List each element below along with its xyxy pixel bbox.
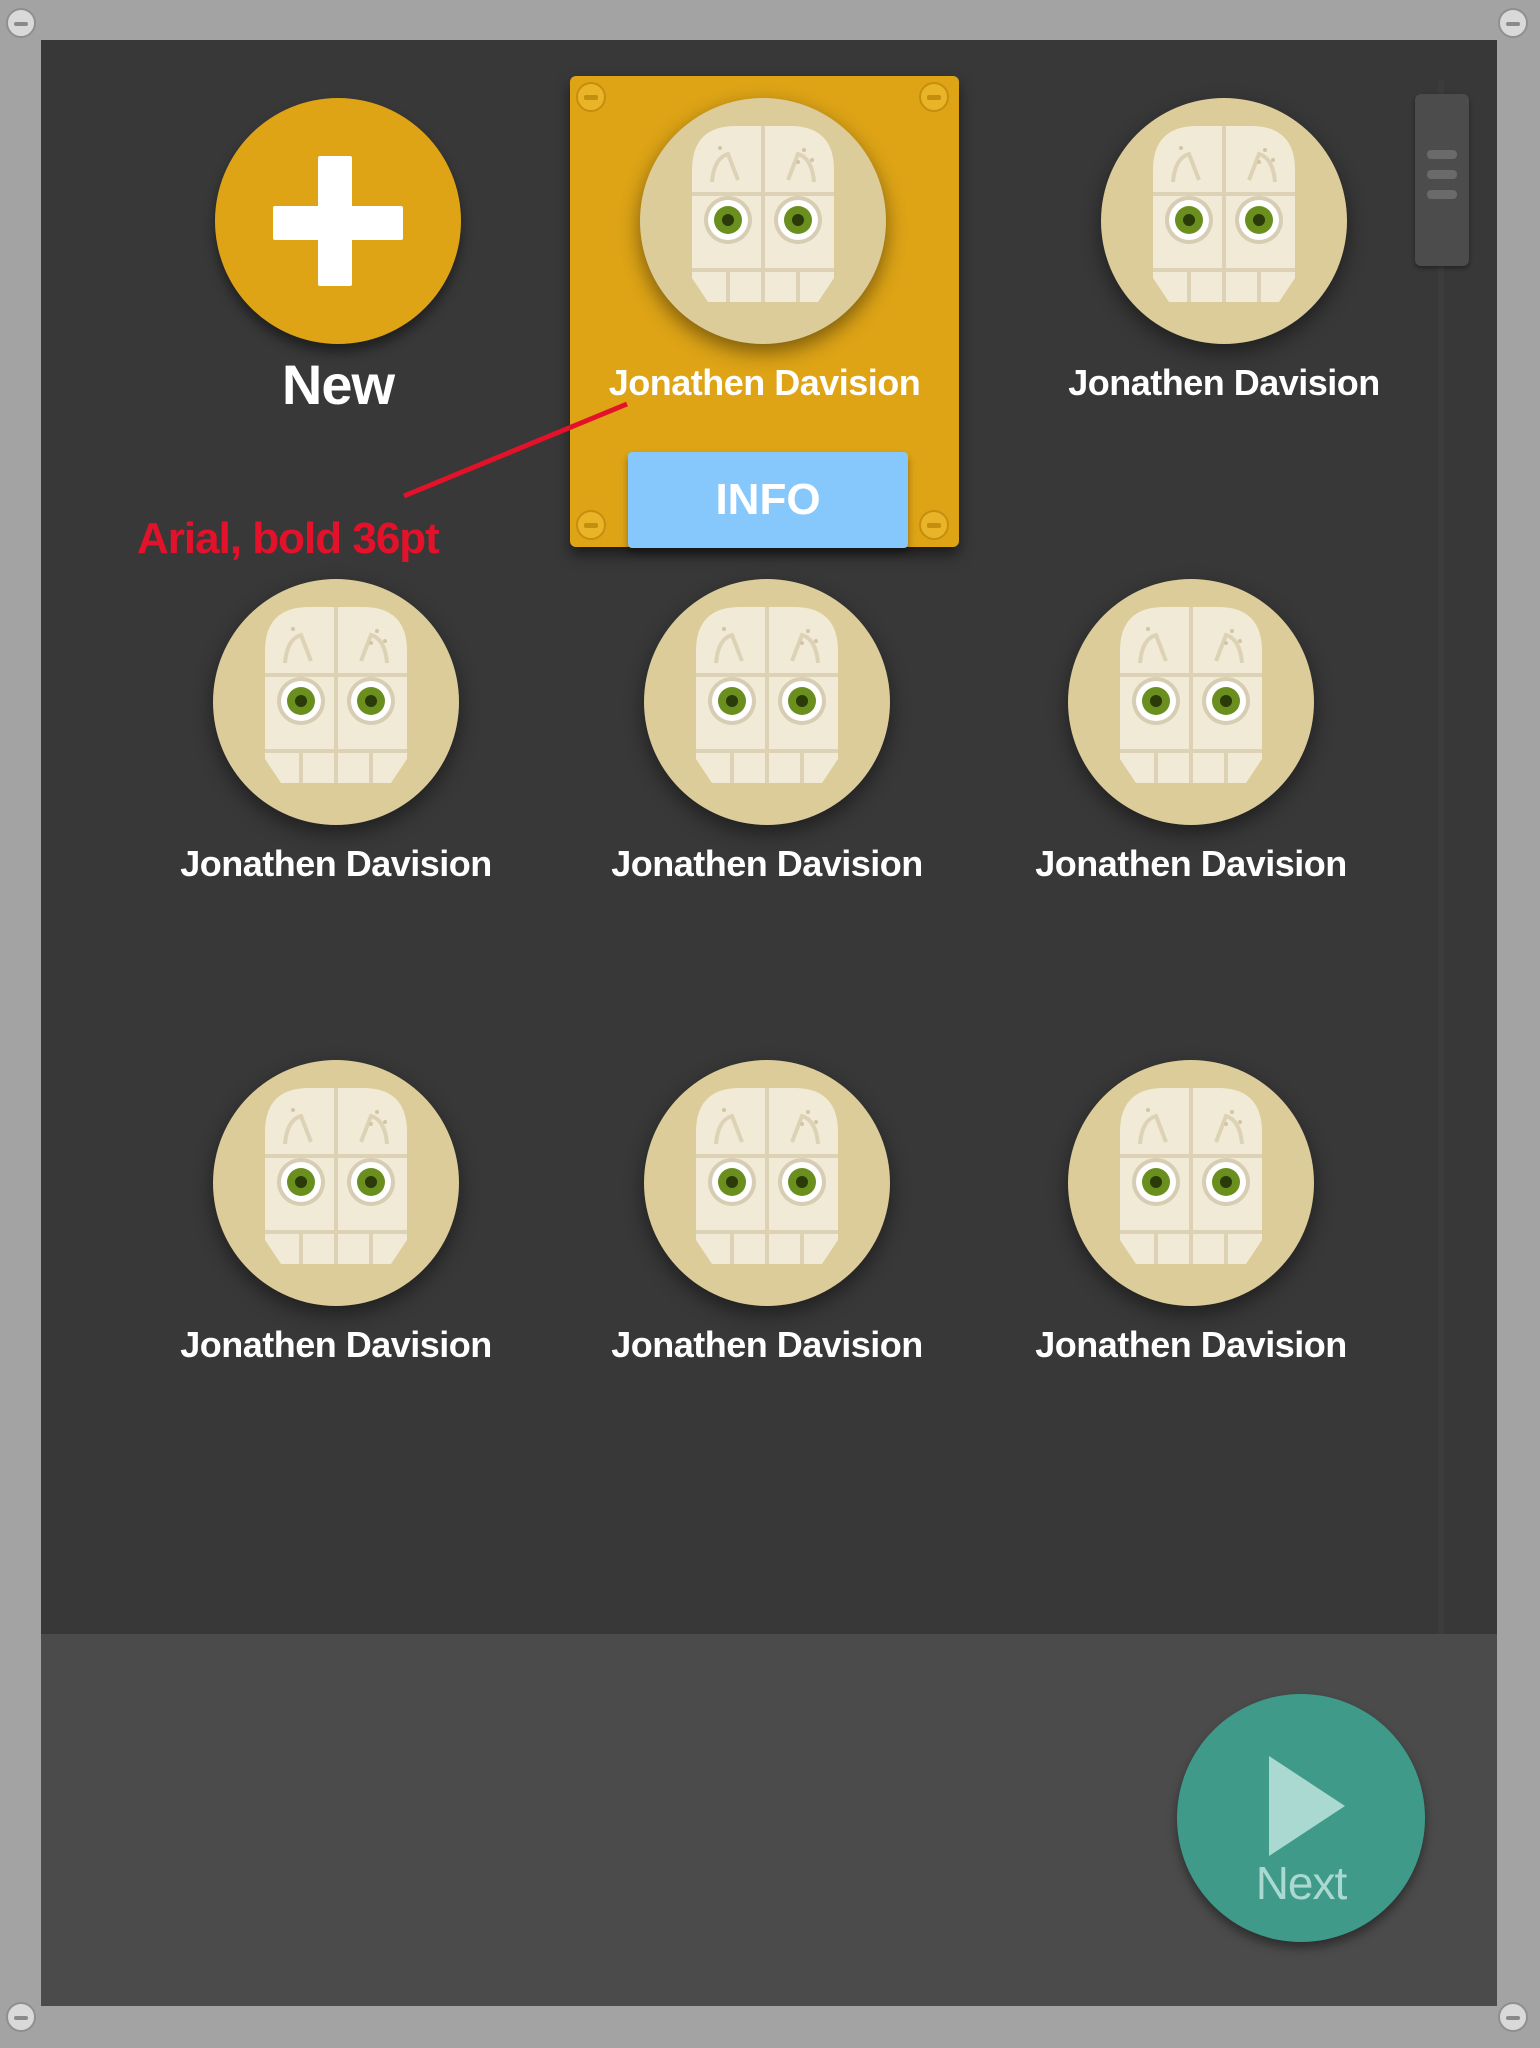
profile-name: Jonathen Davision <box>608 362 921 403</box>
new-profile-label: New <box>281 353 395 416</box>
profile-name: Jonathen Davision <box>611 1324 923 1365</box>
robot-avatar-icon[interactable] <box>213 1060 459 1306</box>
robot-avatar-icon[interactable] <box>213 579 459 825</box>
scrollbar-thumb[interactable] <box>1415 94 1469 266</box>
profile-selection-screen: New Jonathen Davision INFO Arial, bold 3… <box>41 40 1497 2006</box>
grip-icon <box>1427 170 1457 179</box>
robot-avatar-icon[interactable] <box>640 98 886 344</box>
card-screw-icon <box>919 82 949 112</box>
frame-screw-bottom-left <box>6 2002 36 2032</box>
profile-item[interactable]: Jonathen Davision <box>991 1002 1391 1365</box>
frame-screw-bottom-right <box>1498 2002 1528 2032</box>
profile-name: Jonathen Davision <box>180 843 492 884</box>
profile-name: Jonathen Davision <box>611 843 923 884</box>
profile-name: Jonathen Davision <box>1068 362 1380 403</box>
frame-screw-top-right <box>1498 8 1528 38</box>
grip-icon <box>1427 150 1457 159</box>
profile-name: Jonathen Davision <box>1035 843 1347 884</box>
robot-avatar-icon[interactable] <box>644 1060 890 1306</box>
profile-item[interactable]: Jonathen Davision <box>136 521 536 884</box>
robot-avatar-icon[interactable] <box>1101 98 1347 344</box>
profile-item[interactable]: Jonathen Davision <box>136 1002 536 1365</box>
next-label: Next <box>1255 1857 1348 1909</box>
new-profile-button[interactable] <box>215 98 461 344</box>
new-profile-item[interactable]: New <box>41 40 641 416</box>
play-icon <box>1269 1756 1345 1856</box>
grip-icon <box>1427 190 1457 199</box>
card-screw-icon <box>576 82 606 112</box>
robot-avatar-icon[interactable] <box>1068 579 1314 825</box>
profile-item[interactable]: Jonathen Davision <box>567 1002 967 1365</box>
robot-avatar-icon[interactable] <box>1068 1060 1314 1306</box>
plus-icon-bar <box>273 206 403 240</box>
profile-item[interactable]: Jonathen Davision <box>991 521 1391 884</box>
next-button[interactable]: Next <box>1177 1694 1425 1942</box>
profile-name: Jonathen Davision <box>1035 1324 1347 1365</box>
robot-avatar-icon[interactable] <box>644 579 890 825</box>
scrollbar-track[interactable] <box>1438 80 1444 1640</box>
selected-profile-card[interactable]: Jonathen Davision INFO <box>570 76 959 548</box>
profile-item[interactable]: Jonathen Davision <box>1024 40 1424 403</box>
frame-screw-top-left <box>6 8 36 38</box>
profile-item[interactable]: Jonathen Davision <box>567 521 967 884</box>
profile-name: Jonathen Davision <box>180 1324 492 1365</box>
